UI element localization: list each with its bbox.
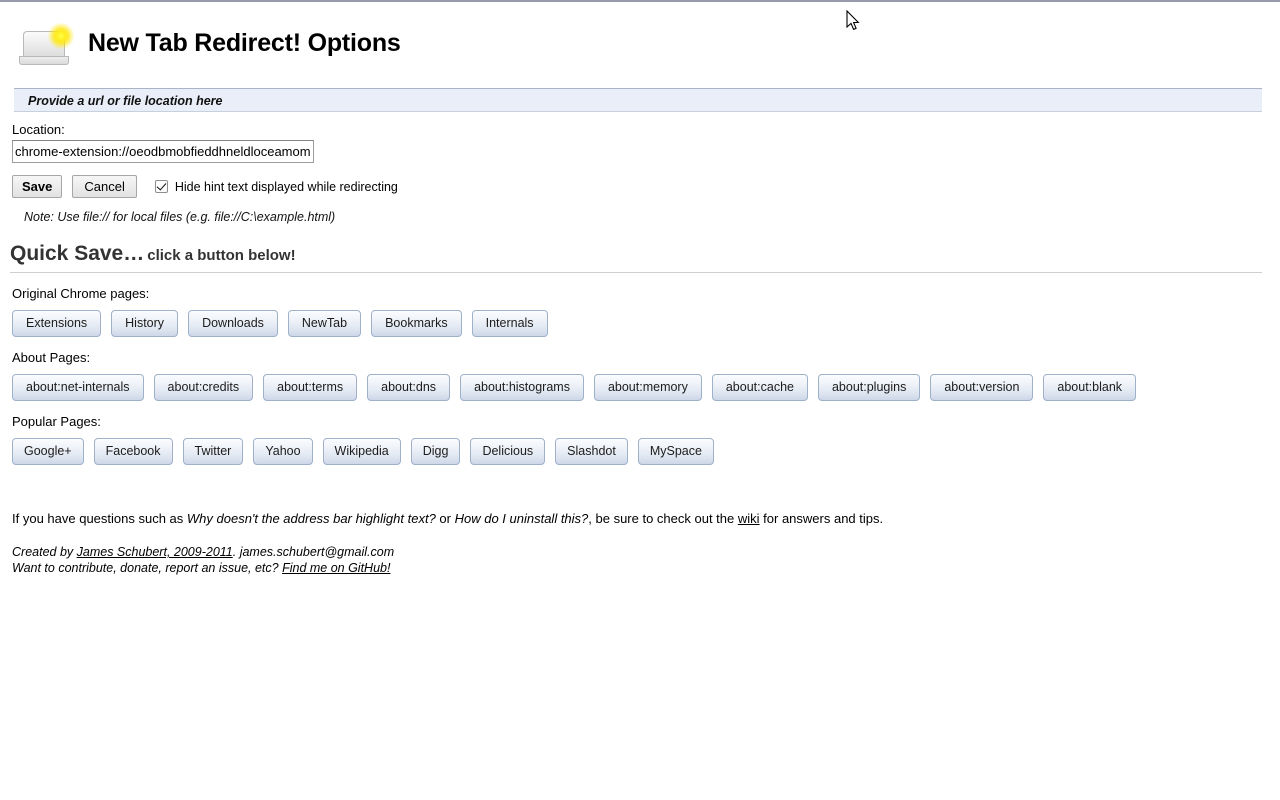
page-header: New Tab Redirect! Options: [0, 2, 1280, 74]
glow-dot-icon: [48, 23, 74, 49]
quick-button-digg[interactable]: Digg: [410, 438, 461, 465]
group-label: Original Chrome pages:: [12, 286, 150, 301]
location-label: Location:: [12, 122, 65, 137]
quick-button-facebook[interactable]: Facebook: [93, 438, 173, 465]
quick-button-history[interactable]: History: [111, 310, 179, 337]
quick-button-delicious[interactable]: Delicious: [470, 438, 546, 465]
hide-hint-checkbox-wrap[interactable]: Hide hint text displayed while redirecti…: [154, 179, 398, 194]
footer-q-italic-2: How do I uninstall this?: [454, 511, 589, 526]
group-popular-pages: Popular Pages: Google+ Facebook Twitter …: [12, 414, 1280, 465]
github-link[interactable]: Find me on GitHub!: [282, 561, 390, 575]
button-list: about:net-internals about:credits about:…: [12, 374, 1280, 401]
hide-hint-label: Hide hint text displayed while redirecti…: [174, 179, 398, 194]
quick-button-about-version[interactable]: about:version: [930, 374, 1034, 401]
contribute-text: Want to contribute, donate, report an is…: [12, 561, 283, 575]
file-protocol-note: Note: Use file:// for local files (e.g. …: [24, 210, 336, 224]
quick-button-about-net-internals[interactable]: about:net-internals: [12, 374, 144, 401]
quick-button-wikipedia[interactable]: Wikipedia: [322, 438, 401, 465]
author-link[interactable]: James Schubert, 2009-2011: [77, 545, 233, 559]
quick-button-about-histograms[interactable]: about:histograms: [460, 374, 584, 401]
footer-q-suffix: , be sure to check out the: [588, 511, 738, 526]
page-title: New Tab Redirect! Options: [88, 28, 401, 57]
section-banner: Provide a url or file location here: [14, 88, 1262, 112]
quick-button-extensions[interactable]: Extensions: [12, 310, 102, 337]
footer-credits: Created by James Schubert, 2009-2011. ja…: [12, 544, 1280, 576]
button-list: Extensions History Downloads NewTab Book…: [12, 310, 1280, 337]
hide-hint-checkbox[interactable]: [154, 180, 168, 193]
quick-button-about-credits[interactable]: about:credits: [153, 374, 254, 401]
group-label: About Pages:: [12, 350, 91, 365]
quick-button-about-cache[interactable]: about:cache: [711, 374, 808, 401]
credits-line-author: Created by James Schubert, 2009-2011. ja…: [12, 544, 1280, 560]
quick-button-about-terms[interactable]: about:terms: [263, 374, 358, 401]
author-email: . james.schubert@gmail.com: [232, 545, 395, 559]
monitor-base: [19, 56, 69, 65]
wiki-link[interactable]: wiki: [738, 511, 760, 526]
credits-line-contribute: Want to contribute, donate, report an is…: [12, 560, 1280, 576]
quick-save-title: Quick Save…: [10, 242, 145, 265]
quick-button-yahoo[interactable]: Yahoo: [253, 438, 313, 465]
quick-button-internals[interactable]: Internals: [471, 310, 548, 337]
browser-tab-glow-icon: [12, 17, 78, 69]
quick-save-heading: Quick Save… click a button below!: [10, 242, 1262, 273]
save-button[interactable]: Save: [12, 175, 63, 198]
quick-button-twitter[interactable]: Twitter: [182, 438, 244, 465]
footer-q-middle: or: [435, 511, 455, 526]
quick-button-myspace[interactable]: MySpace: [637, 438, 714, 465]
quick-button-bookmarks[interactable]: Bookmarks: [371, 310, 462, 337]
form-button-row: Save Cancel Hide hint text displayed whi…: [12, 175, 1280, 198]
quick-button-google-plus[interactable]: Google+: [12, 438, 84, 465]
quick-button-slashdot[interactable]: Slashdot: [555, 438, 628, 465]
group-original-chrome-pages: Original Chrome pages: Extensions Histor…: [12, 286, 1280, 337]
footer-q-end: for answers and tips.: [759, 511, 884, 526]
cancel-button[interactable]: Cancel: [72, 175, 137, 198]
footer-q-prefix: If you have questions such as: [12, 511, 187, 526]
options-page: New Tab Redirect! Options Provide a url …: [0, 2, 1280, 576]
button-list: Google+ Facebook Twitter Yahoo Wikipedia…: [12, 438, 1280, 465]
quick-button-about-plugins[interactable]: about:plugins: [817, 374, 921, 401]
group-label: Popular Pages:: [12, 414, 101, 429]
quick-button-downloads[interactable]: Downloads: [188, 310, 278, 337]
footer-q-italic-1: Why doesn't the address bar highlight te…: [186, 511, 436, 526]
location-input[interactable]: [12, 140, 314, 163]
group-about-pages: About Pages: about:net-internals about:c…: [12, 350, 1280, 401]
quick-button-newtab[interactable]: NewTab: [287, 310, 362, 337]
location-form: Location: Save Cancel Hide hint text dis…: [0, 112, 1280, 224]
created-by-prefix: Created by: [12, 545, 77, 559]
quick-save-subtitle: click a button below!: [147, 247, 296, 264]
footer-questions: If you have questions such as Why doesn'…: [12, 511, 1280, 526]
quick-button-about-memory[interactable]: about:memory: [593, 374, 702, 401]
quick-button-about-blank[interactable]: about:blank: [1043, 374, 1137, 401]
quick-button-about-dns[interactable]: about:dns: [367, 374, 451, 401]
